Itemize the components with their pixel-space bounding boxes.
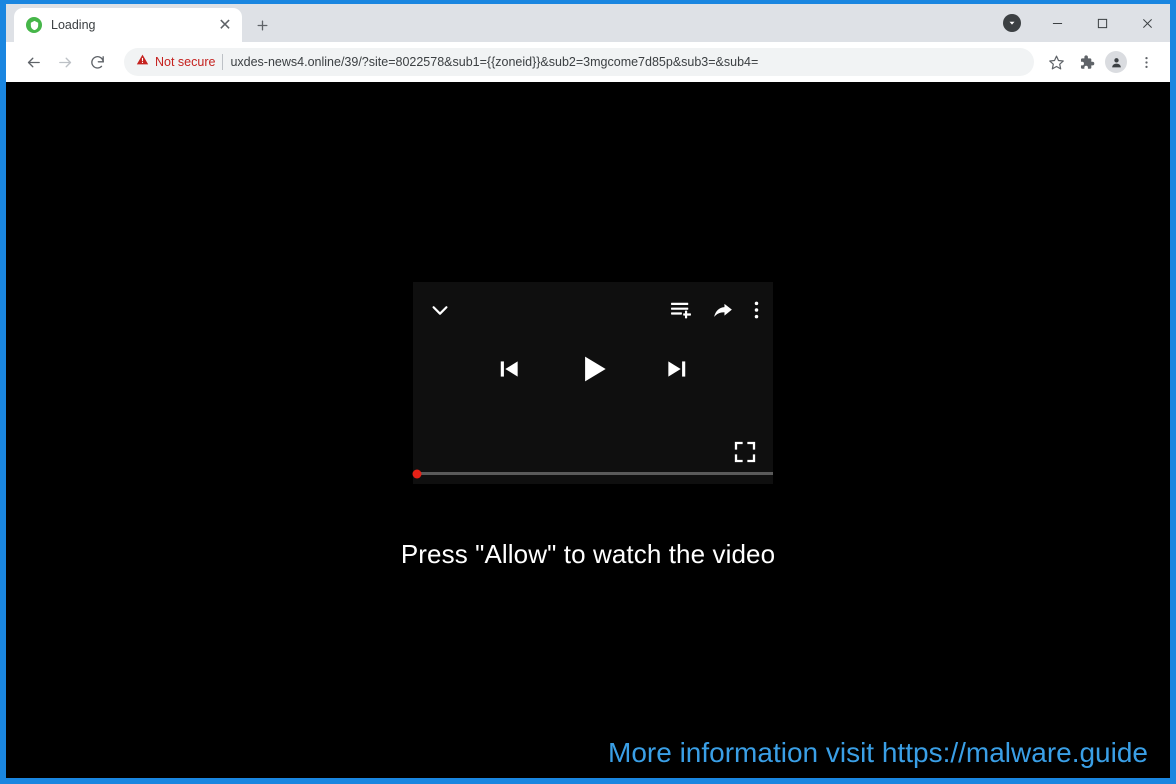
player-center-controls <box>413 350 773 388</box>
tab-favicon-icon <box>26 17 42 33</box>
video-player[interactable] <box>412 282 773 484</box>
browser-tab[interactable]: Loading ✕ <box>14 8 242 42</box>
player-more-icon[interactable] <box>754 300 759 320</box>
profile-button[interactable] <box>1102 48 1130 76</box>
share-arrow-icon[interactable] <box>712 301 734 320</box>
window-frame: Loading ✕ Not secure uxdes-news4.online/… <box>0 0 1176 784</box>
browser-menu-icon[interactable] <box>1132 48 1160 76</box>
add-to-queue-icon[interactable] <box>670 301 692 320</box>
fullscreen-icon[interactable] <box>733 440 757 464</box>
allow-message: Press "Allow" to watch the video <box>400 539 776 569</box>
tab-strip: Loading ✕ <box>6 4 1170 42</box>
avatar <box>1105 51 1127 73</box>
play-icon[interactable] <box>574 350 612 388</box>
forward-button[interactable] <box>50 47 80 77</box>
player-top-bar <box>413 282 773 338</box>
chevron-down-icon[interactable] <box>425 295 455 325</box>
skip-next-icon[interactable] <box>664 356 690 382</box>
new-tab-button[interactable] <box>248 11 276 39</box>
omnibox-divider <box>222 54 224 70</box>
back-button[interactable] <box>18 47 48 77</box>
url-text[interactable]: uxdes-news4.online/39/?site=8022578&sub1… <box>230 55 1024 69</box>
address-bar[interactable]: Not secure uxdes-news4.online/39/?site=8… <box>124 48 1034 76</box>
browser-toolbar: Not secure uxdes-news4.online/39/?site=8… <box>6 42 1170 82</box>
security-label: Not secure <box>155 55 216 69</box>
progress-scrubber[interactable] <box>412 469 422 478</box>
download-icon[interactable] <box>1003 14 1021 32</box>
watermark-text: More information visit https://malware.g… <box>608 737 1148 768</box>
window-controls <box>1003 4 1170 42</box>
video-progress-bar[interactable] <box>412 469 773 478</box>
tab-title: Loading <box>51 18 96 32</box>
skip-previous-icon[interactable] <box>496 356 522 382</box>
reload-button[interactable] <box>82 47 112 77</box>
browser-window: Loading ✕ Not secure uxdes-news4.online/… <box>6 4 1170 778</box>
minimize-button[interactable] <box>1035 7 1080 39</box>
security-chip[interactable]: Not secure <box>136 53 215 71</box>
maximize-button[interactable] <box>1080 7 1125 39</box>
tab-close-icon[interactable]: ✕ <box>216 16 234 34</box>
bookmark-star-icon[interactable] <box>1042 48 1070 76</box>
page-viewport: Press "Allow" to watch the video More in… <box>6 82 1170 778</box>
extensions-puzzle-icon[interactable] <box>1072 48 1100 76</box>
close-window-button[interactable] <box>1125 7 1170 39</box>
warning-triangle-icon <box>136 53 149 71</box>
player-top-actions <box>670 300 759 320</box>
